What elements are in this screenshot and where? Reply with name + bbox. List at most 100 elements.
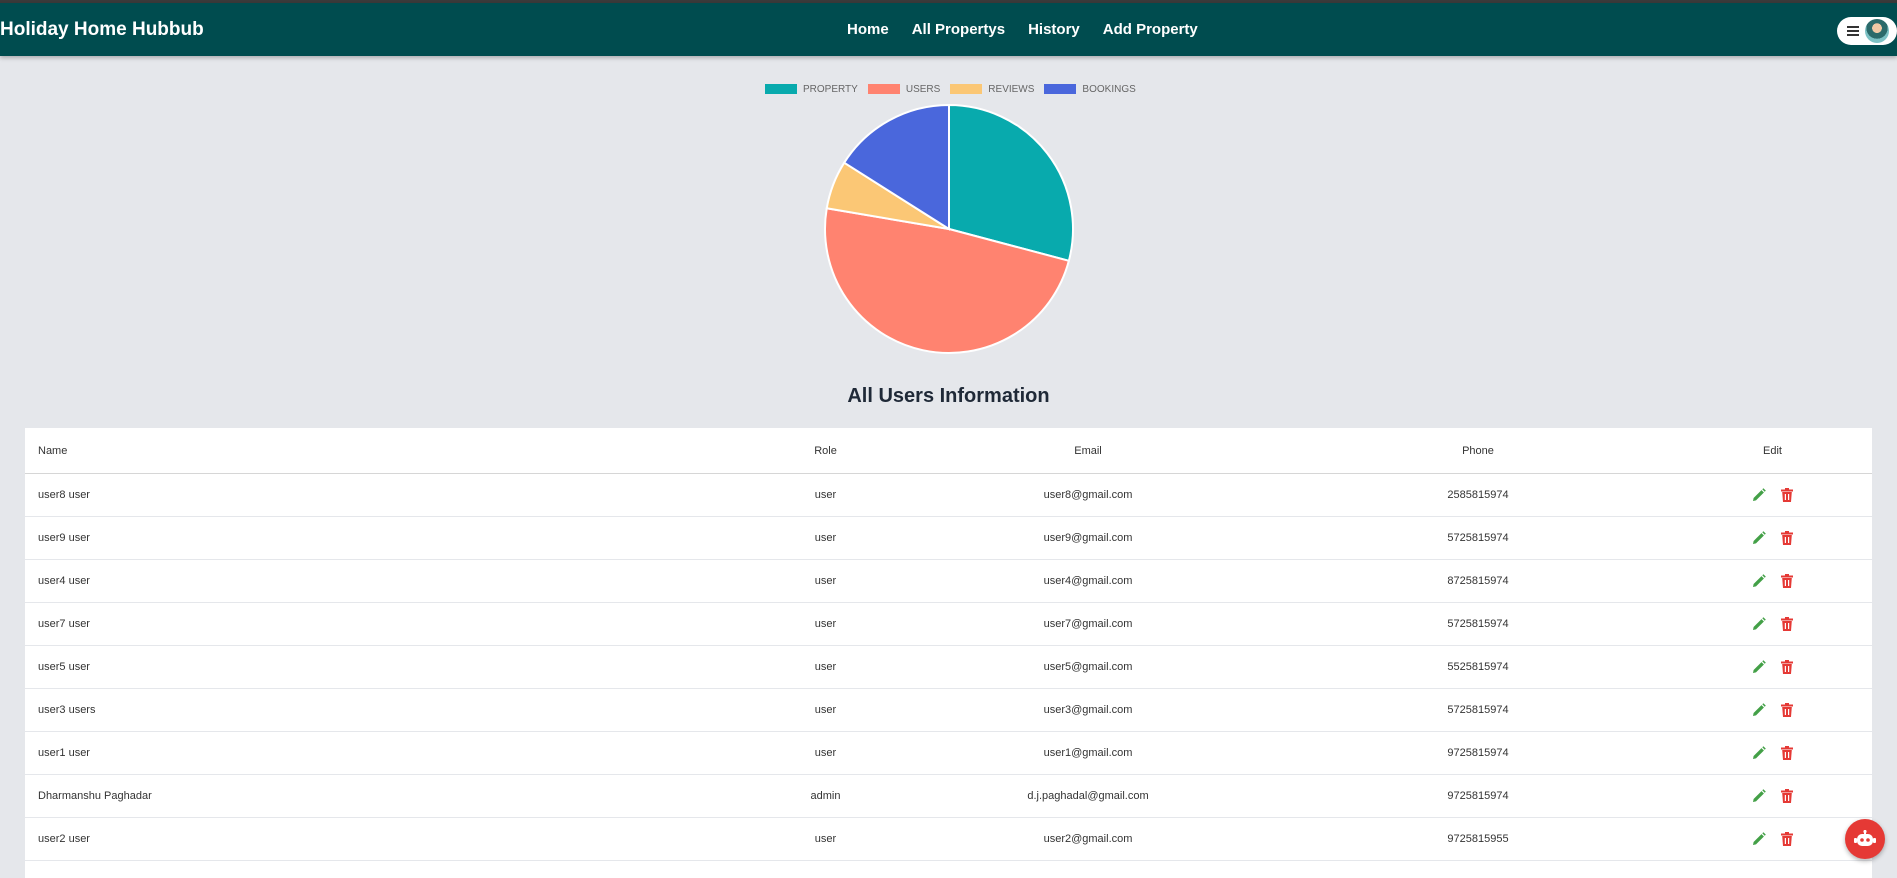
- cell-phone: 9725815974: [1283, 731, 1673, 775]
- table-row: Dharmanshu Paghadar admin d.j.paghadal@gma…: [25, 774, 1872, 818]
- legend-item-bookings[interactable]: BOOKINGS: [1044, 83, 1136, 95]
- robot-icon: [1854, 830, 1876, 846]
- cell-role: admin: [758, 774, 893, 818]
- table-row: user9 user user user9@gmail.com 5725815974: [25, 516, 1872, 560]
- pencil-icon[interactable]: [1752, 488, 1766, 502]
- cell-email: user3@gmail.com: [893, 688, 1283, 732]
- avatar: [1865, 19, 1889, 43]
- cell-name: user9 user: [25, 516, 758, 560]
- cell-actions: [1673, 645, 1872, 689]
- legend-item-property[interactable]: PROPERTY: [765, 84, 858, 95]
- cell-phone: 5525815974: [1283, 645, 1673, 689]
- cell-role: user: [758, 602, 893, 646]
- cell-phone: 9725815974: [1283, 774, 1673, 818]
- trash-icon[interactable]: [1781, 574, 1793, 588]
- legend-label: PROPERTY: [803, 83, 858, 95]
- column-header-edit: Edit: [1673, 428, 1872, 474]
- cell-phone: 9725815955: [1283, 817, 1673, 861]
- chart-legend: PROPERTY USERS REVIEWS BOOKINGS: [765, 82, 1136, 96]
- cell-actions: [1673, 774, 1872, 818]
- cell-name: Dharmanshu Paghadar: [25, 774, 758, 818]
- legend-label: BOOKINGS: [1082, 83, 1136, 95]
- navbar: Holiday Home Hubbub Home All Propertys H…: [0, 3, 1897, 56]
- nav-all-propertys[interactable]: All Propertys: [912, 21, 1005, 38]
- trash-icon[interactable]: [1781, 746, 1793, 760]
- cell-phone: 5725815974: [1283, 516, 1673, 560]
- users-table: Name Role Email Phone Edit user8 user use…: [25, 428, 1872, 861]
- cell-actions: [1673, 559, 1872, 603]
- cell-name: user1 user: [25, 731, 758, 775]
- trash-icon[interactable]: [1781, 832, 1793, 846]
- table-row: user4 user user user4@gmail.com 8725815974: [25, 559, 1872, 603]
- table-row: user2 user user user2@gmail.com 9725815955: [25, 817, 1872, 861]
- pencil-icon[interactable]: [1752, 531, 1766, 545]
- cell-actions: [1673, 817, 1872, 861]
- cell-role: user: [758, 645, 893, 689]
- cell-phone: 5725815974: [1283, 602, 1673, 646]
- cell-email: user2@gmail.com: [893, 817, 1283, 861]
- pencil-icon[interactable]: [1752, 617, 1766, 631]
- trash-icon[interactable]: [1781, 617, 1793, 631]
- cell-name: user5 user: [25, 645, 758, 689]
- cell-phone: 2585815974: [1283, 473, 1673, 517]
- table-header-row: Name Role Email Phone Edit: [25, 428, 1872, 474]
- table-row: user3 users user user3@gmail.com 5725815974: [25, 688, 1872, 732]
- chatbot-button[interactable]: [1845, 819, 1885, 859]
- cell-email: user1@gmail.com: [893, 731, 1283, 775]
- users-table-card: Name Role Email Phone Edit user8 user use…: [25, 428, 1872, 878]
- cell-name: user4 user: [25, 559, 758, 603]
- main-nav: Home All Propertys History Add Property: [847, 3, 1198, 56]
- table-row: user5 user user user5@gmail.com 5525815974: [25, 645, 1872, 689]
- nav-home[interactable]: Home: [847, 21, 889, 38]
- trash-icon[interactable]: [1781, 789, 1793, 803]
- legend-label: REVIEWS: [988, 83, 1035, 95]
- pencil-icon[interactable]: [1752, 789, 1766, 803]
- pencil-icon[interactable]: [1752, 703, 1766, 717]
- cell-email: user8@gmail.com: [893, 473, 1283, 517]
- table-row: user8 user user user8@gmail.com 2585815974: [25, 473, 1872, 517]
- cell-phone: 5725815974: [1283, 688, 1673, 732]
- legend-swatch: [765, 84, 797, 94]
- cell-email: user5@gmail.com: [893, 645, 1283, 689]
- table-row: user1 user user user1@gmail.com 9725815974: [25, 731, 1872, 775]
- section-title: All Users Information: [847, 385, 1050, 407]
- cell-role: user: [758, 516, 893, 560]
- trash-icon[interactable]: [1781, 531, 1793, 545]
- trash-icon[interactable]: [1781, 703, 1793, 717]
- trash-icon[interactable]: [1781, 488, 1793, 502]
- cell-email: user9@gmail.com: [893, 516, 1283, 560]
- nav-history[interactable]: History: [1028, 21, 1080, 38]
- cell-email: user7@gmail.com: [893, 602, 1283, 646]
- column-header-email: Email: [893, 428, 1283, 474]
- legend-item-users[interactable]: USERS: [867, 83, 941, 95]
- column-header-name: Name: [25, 428, 758, 474]
- pencil-icon[interactable]: [1752, 574, 1766, 588]
- cell-role: user: [758, 731, 893, 775]
- cell-name: user7 user: [25, 602, 758, 646]
- table-row: user7 user user user7@gmail.com 5725815974: [25, 602, 1872, 646]
- brand-title[interactable]: Holiday Home Hubbub: [0, 3, 204, 56]
- legend-label: USERS: [905, 83, 941, 95]
- pencil-icon[interactable]: [1752, 746, 1766, 760]
- legend-swatch: [950, 84, 983, 94]
- pencil-icon[interactable]: [1752, 660, 1766, 674]
- cell-role: user: [758, 559, 893, 603]
- cell-actions: [1673, 688, 1872, 732]
- pie-chart: [824, 103, 1074, 354]
- user-menu-button[interactable]: [1837, 17, 1897, 45]
- trash-icon[interactable]: [1781, 660, 1793, 674]
- cell-role: user: [758, 817, 893, 861]
- legend-item-reviews[interactable]: REVIEWS: [950, 84, 1034, 95]
- pencil-icon[interactable]: [1752, 832, 1766, 846]
- column-header-phone: Phone: [1283, 428, 1673, 474]
- cell-actions: [1673, 516, 1872, 560]
- nav-add-property[interactable]: Add Property: [1103, 21, 1198, 38]
- cell-name: user8 user: [25, 473, 758, 517]
- cell-actions: [1673, 602, 1872, 646]
- cell-role: user: [758, 688, 893, 732]
- cell-actions: [1673, 731, 1872, 775]
- cell-email: user4@gmail.com: [893, 559, 1283, 603]
- cell-name: user3 users: [25, 688, 758, 732]
- column-header-role: Role: [758, 428, 893, 474]
- hamburger-icon: [1847, 26, 1859, 36]
